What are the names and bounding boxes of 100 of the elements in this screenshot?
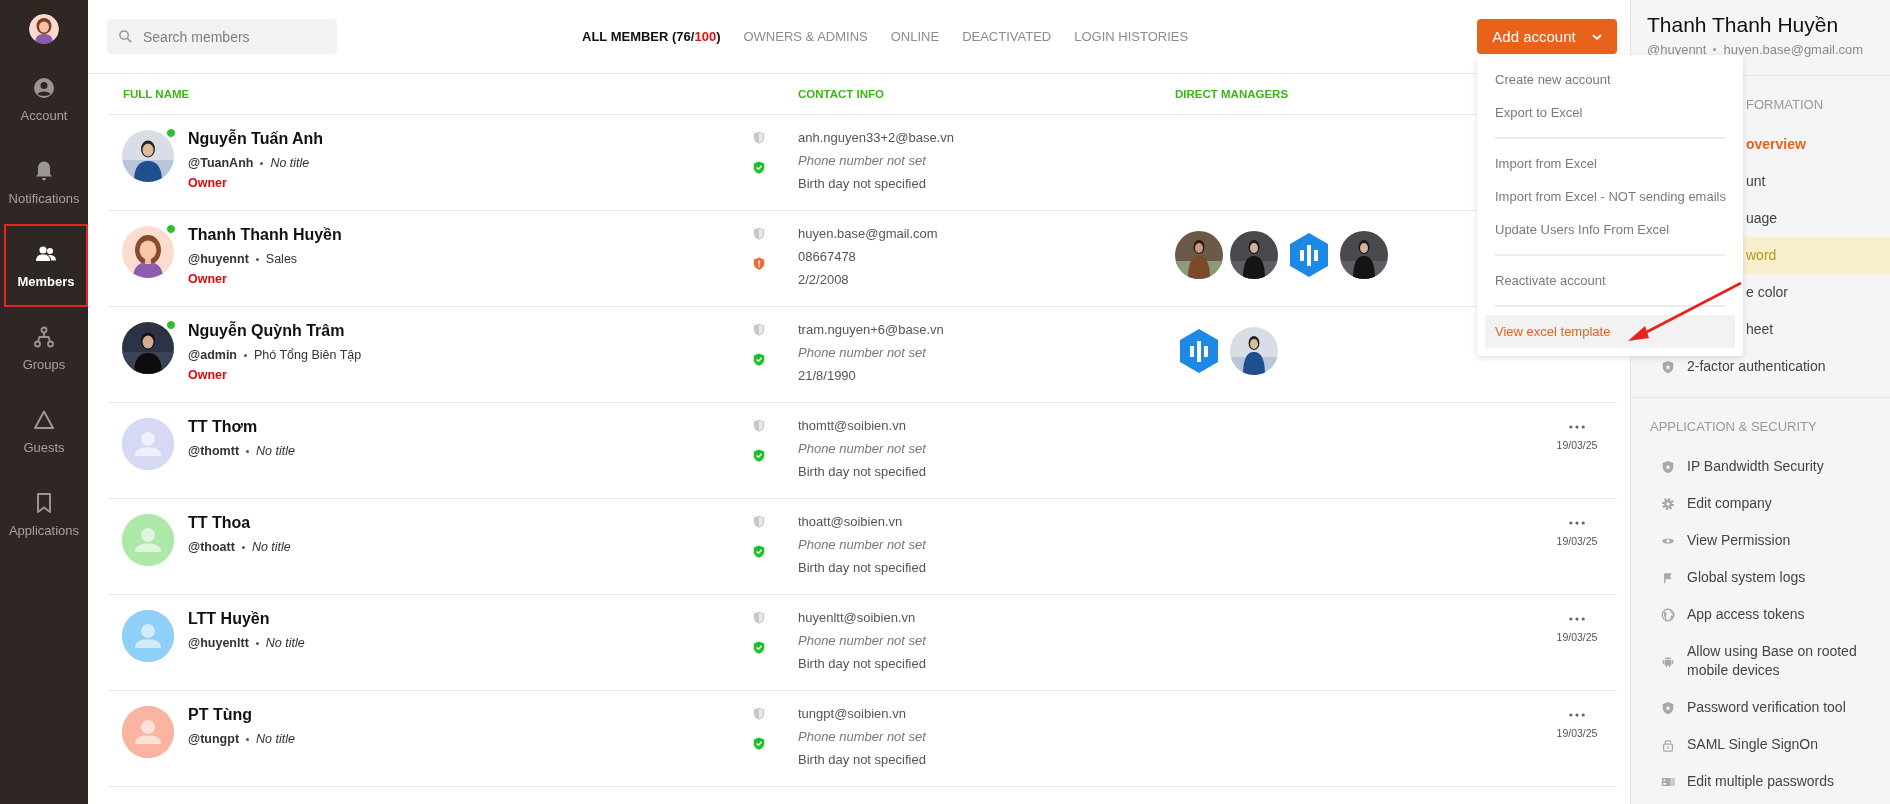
settings-item[interactable]: App access tokens <box>1631 596 1890 633</box>
shield-icon <box>752 514 766 529</box>
birthday-text: Birth day not specified <box>798 175 926 193</box>
shield-icon <box>752 130 766 145</box>
shield-icon <box>752 706 766 721</box>
email-text: huyenltt@soibien.vn <box>798 609 916 627</box>
shield-icon <box>1661 700 1675 715</box>
sidebar-item[interactable]: Guests <box>0 390 88 473</box>
member-name[interactable]: TT Thoa <box>188 512 251 534</box>
settings-item[interactable]: Allow using Base on rooted mobile devices <box>1631 633 1890 689</box>
date-text: 19/03/25 <box>1556 535 1598 547</box>
job-title: No title <box>265 635 305 651</box>
section-header: FORMATION <box>1746 96 1824 114</box>
member-name[interactable]: Nguyễn Quỳnh Trâm <box>188 320 345 342</box>
username: @thomtt <box>188 443 240 459</box>
more-icon[interactable] <box>1569 713 1585 717</box>
profile-name: Thanh Thanh Huyền <box>1647 12 1839 38</box>
settings-item[interactable]: Global system logs <box>1631 559 1890 596</box>
email-text: anh.nguyen33+2@base.vn <box>798 129 954 147</box>
member-name[interactable]: TT Thơm <box>188 416 258 438</box>
username: @admin <box>188 347 237 363</box>
job-title: No title <box>256 731 295 747</box>
job-title: No title <box>251 539 291 555</box>
profile-email: huyen.base@gmail.com <box>1723 42 1864 57</box>
birthday-text: Birth day not specified <box>798 559 926 577</box>
sidebar-item[interactable]: Account <box>0 58 88 141</box>
shield-icon <box>752 226 766 241</box>
menu-item[interactable]: Import from Excel <box>1477 147 1743 180</box>
member-name[interactable]: Thanh Thanh Huyền <box>188 224 342 246</box>
tab[interactable]: ALL MEMBER (76/100) <box>582 29 721 44</box>
birthday-text: Birth day not specified <box>798 655 926 673</box>
email-text: tungpt@soibien.vn <box>798 705 906 723</box>
profile-handle: @huyennt <box>1647 42 1707 57</box>
more-icon[interactable] <box>1569 425 1585 429</box>
username: @tungpt <box>188 731 240 747</box>
role-label: Owner <box>188 175 227 191</box>
separator-dot <box>246 449 250 453</box>
shield-icon <box>752 322 766 337</box>
sidebar-item[interactable]: Groups <box>0 307 88 390</box>
username: @TuanAnh <box>188 155 254 171</box>
date-text: 19/03/25 <box>1556 439 1598 451</box>
role-label: Owner <box>188 271 227 287</box>
separator-dot <box>244 353 247 357</box>
shield-icon <box>1661 359 1675 374</box>
column-header: FULL NAME <box>123 88 190 100</box>
member-name[interactable]: LTT Huyền <box>188 608 270 630</box>
globe-icon <box>1661 607 1675 622</box>
job-title: No title <box>270 155 310 171</box>
column-header: CONTACT INFO <box>798 88 885 100</box>
sidebar-item[interactable]: Members <box>4 224 88 307</box>
username: @huyennt <box>188 251 249 267</box>
settings-item[interactable]: Edit multiple passwords <box>1631 763 1890 800</box>
phone-text: 08667478 <box>798 248 856 266</box>
phone-text: Phone number not set <box>798 344 926 362</box>
date-text: 19/03/25 <box>1556 727 1598 739</box>
settings-item[interactable]: Edit company <box>1631 485 1890 522</box>
shield-icon <box>1661 459 1675 474</box>
section-header: APPLICATION & SECURITY <box>1650 418 1817 436</box>
more-icon[interactable] <box>1569 521 1585 525</box>
account-icon <box>32 76 56 100</box>
phone-text: Phone number not set <box>798 152 926 170</box>
birthday-text: Birth day not specified <box>798 751 926 769</box>
triangle-icon <box>32 408 56 432</box>
gear-icon <box>1661 496 1675 511</box>
shield-icon <box>752 418 766 433</box>
caret-icon <box>1591 33 1602 40</box>
settings-item[interactable]: Password verification tool <box>1631 689 1890 726</box>
sidebar-item[interactable]: Applications <box>0 473 88 556</box>
email-text: thoatt@soibien.vn <box>798 513 903 531</box>
job-title: No title <box>256 443 295 459</box>
separator-dot <box>255 641 259 645</box>
phone-text: Phone number not set <box>798 440 926 458</box>
separator-dot <box>246 737 250 741</box>
tab[interactable]: OWNERS & ADMINS <box>743 29 868 44</box>
column-header: DIRECT MANAGERS <box>1175 88 1289 100</box>
separator-dot <box>255 257 259 261</box>
settings-item[interactable]: SAML Single SignOn <box>1631 726 1890 763</box>
settings-item[interactable]: View Permission <box>1631 522 1890 559</box>
birthday-text: Birth day not specified <box>798 463 926 481</box>
job-title: Phó Tổng Biên Tập <box>254 347 362 363</box>
search-field[interactable]: Search members <box>107 19 337 54</box>
menu-item[interactable]: Create new account <box>1477 63 1743 96</box>
username: @huyenltt <box>188 635 249 651</box>
phone-text: Phone number not set <box>798 728 926 746</box>
sidebar-item[interactable]: Notifications <box>0 141 88 224</box>
separator-dot <box>1713 48 1717 51</box>
more-icon[interactable] <box>1569 617 1585 621</box>
lock-icon <box>1661 737 1675 752</box>
settings-item[interactable]: 2-factor authentication <box>1631 348 1890 385</box>
email-text: thomtt@soibien.vn <box>798 417 906 435</box>
birthday-text: 21/8/1990 <box>798 367 856 385</box>
menu-item[interactable]: Export to Excel <box>1477 96 1743 129</box>
date-text: 19/03/25 <box>1556 631 1598 643</box>
member-name[interactable]: PT Tùng <box>188 704 252 726</box>
phone-text: Phone number not set <box>798 536 926 554</box>
member-name[interactable]: Nguyễn Tuấn Anh <box>188 128 324 150</box>
phone-text: Phone number not set <box>798 632 926 650</box>
settings-item[interactable]: IP Bandwidth Security <box>1631 448 1890 485</box>
birthday-text: 2/2/2008 <box>798 271 849 289</box>
menu-item[interactable]: Import from Excel - NOT sending emails <box>1477 180 1743 213</box>
